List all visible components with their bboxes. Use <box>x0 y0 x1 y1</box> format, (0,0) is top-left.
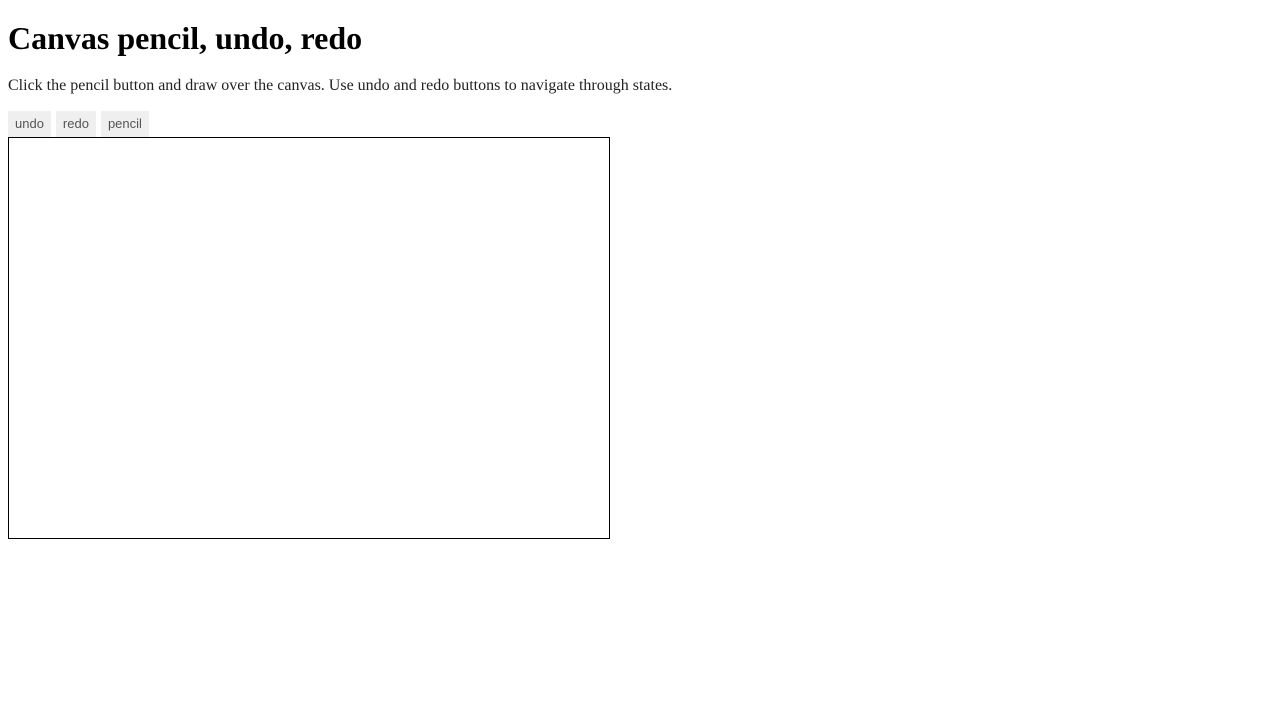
page-description: Click the pencil button and draw over th… <box>8 77 1280 95</box>
drawing-canvas[interactable] <box>8 137 610 539</box>
page-title: Canvas pencil, undo, redo <box>8 20 1280 57</box>
toolbar: undo redo pencil <box>8 111 1280 137</box>
pencil-button[interactable]: pencil <box>101 111 149 137</box>
redo-button[interactable]: redo <box>56 111 96 137</box>
undo-button[interactable]: undo <box>8 111 51 137</box>
